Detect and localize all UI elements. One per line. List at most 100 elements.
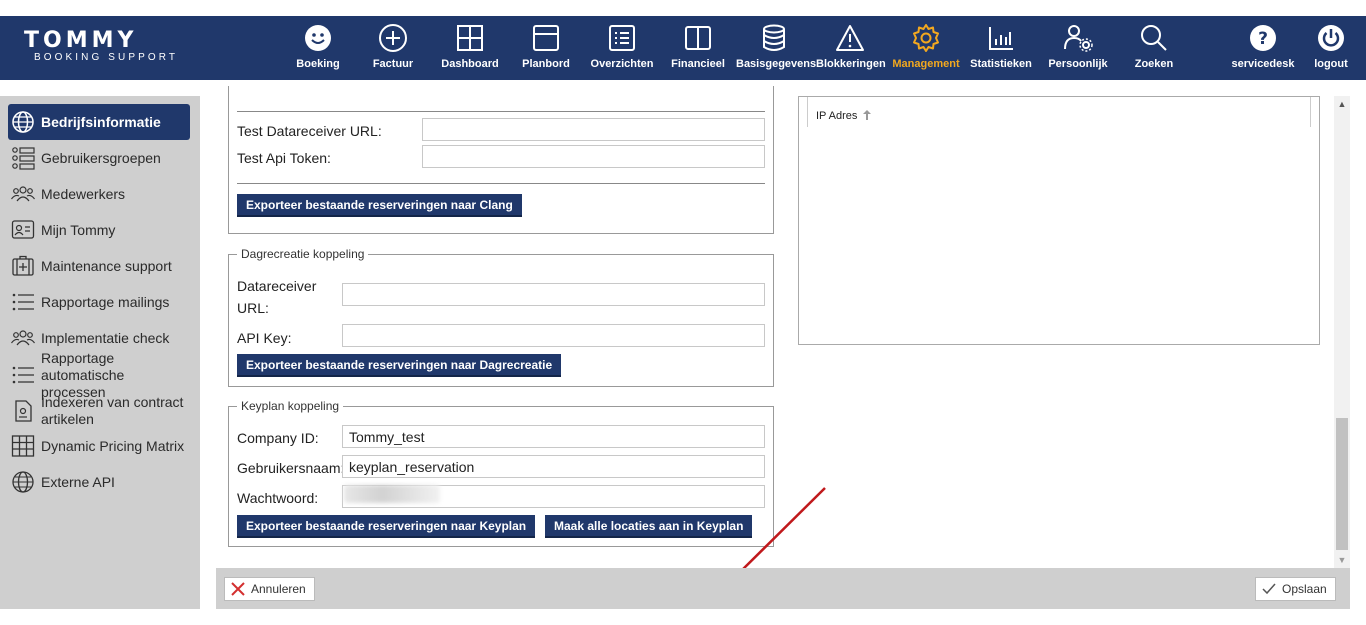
save-button-label: Opslaan (1282, 582, 1327, 596)
power-icon (1318, 25, 1344, 51)
nav-dashboard[interactable]: Dashboard (440, 16, 500, 80)
book-icon (685, 26, 711, 50)
sidebar-label-externe-api: Externe API (41, 473, 115, 490)
sidebar-label-maintenance-support: Maintenance support (41, 257, 172, 274)
create-keyplan-locations-button[interactable]: Maak alle locaties aan in Keyplan (545, 515, 753, 538)
scrollbar-thumb[interactable] (1336, 418, 1348, 550)
svg-text:?: ? (1258, 29, 1268, 49)
nav-zoeken-label: Zoeken (1134, 58, 1174, 70)
nav-logout-label: logout (1314, 58, 1348, 70)
list-icon (12, 366, 34, 384)
company-id-input[interactable] (342, 425, 765, 448)
nav-servicedesk[interactable]: ? servicedesk (1230, 16, 1296, 80)
sidebar-item-mijn-tommy[interactable]: Mijn Tommy (8, 218, 190, 242)
sidebar: Bedrijfsinformatie Gebruikersgroepen Med… (0, 96, 200, 609)
ip-address-column-header[interactable]: IP Adres (807, 97, 1311, 127)
nav-boeking-label: Boeking (296, 58, 340, 70)
save-button[interactable]: Opslaan (1255, 577, 1336, 601)
gear-icon (913, 24, 939, 52)
nav-servicedesk-label: servicedesk (1231, 58, 1295, 70)
tommy-logo[interactable]: TOMMY BOOKING SUPPORT (24, 30, 194, 64)
sidebar-label-gebruikersgroepen: Gebruikersgroepen (41, 149, 161, 166)
sort-ascending-icon (863, 110, 872, 120)
company-id-label: Company ID: (237, 430, 319, 446)
nav-statistieken-label: Statistieken (970, 58, 1032, 70)
search-icon (1141, 25, 1167, 51)
nav-overzichten-label: Overzichten (590, 58, 654, 70)
board-icon (533, 25, 559, 51)
sidebar-item-rapportage-mailings[interactable]: Rapportage mailings (8, 290, 190, 314)
logo-subtitle: BOOKING SUPPORT (34, 52, 179, 63)
dagrecreatie-fieldset: Dagrecreatie koppeling Datareceiver URL:… (228, 247, 774, 387)
test-datareceiver-url-label: Test Datareceiver URL: (237, 123, 382, 139)
nav-dashboard-label: Dashboard (441, 58, 499, 70)
api-key-label: API Key: (237, 330, 292, 346)
nav-logout[interactable]: logout (1308, 16, 1354, 80)
sidebar-item-bedrijfsinformatie[interactable]: Bedrijfsinformatie (8, 104, 190, 140)
username-input[interactable] (342, 455, 765, 478)
scroll-down-icon[interactable]: ▼ (1334, 552, 1350, 568)
sidebar-item-maintenance-support[interactable]: Maintenance support (8, 254, 190, 278)
nav-persoonlijk-label: Persoonlijk (1048, 58, 1108, 70)
nav-financieel[interactable]: Financieel (670, 16, 726, 80)
nav-factuur-label: Factuur (372, 58, 414, 70)
globe-icon (12, 111, 34, 133)
keyplan-legend: Keyplan koppeling (237, 399, 344, 413)
sidebar-item-indexeren-contract-artikelen[interactable]: Indexeren van contract artikelen (8, 394, 190, 428)
nav-planbord-label: Planbord (522, 58, 570, 70)
nav-basisgegevens-label: Basisgegevens (736, 58, 817, 70)
datareceiver-url-label-line2: URL: (237, 300, 269, 316)
blurred-password-value (344, 485, 440, 503)
sidebar-item-externe-api[interactable]: Externe API (8, 470, 190, 494)
sidebar-item-implementatie-check[interactable]: Implementatie check (8, 326, 190, 350)
sidebar-label-bedrijfsinformatie: Bedrijfsinformatie (41, 113, 161, 130)
content-scrollbar[interactable]: ▲ ▼ (1334, 96, 1350, 568)
warning-icon (836, 25, 864, 51)
nav-zoeken[interactable]: Zoeken (1130, 16, 1178, 80)
divider (237, 183, 765, 184)
export-clang-button[interactable]: Exporteer bestaande reserveringen naar C… (237, 194, 522, 217)
test-api-token-input[interactable] (422, 145, 765, 168)
database-icon (763, 24, 785, 51)
datareceiver-url-label-line1: Datareceiver (237, 278, 317, 294)
nav-blokkeringen[interactable]: Blokkeringen (816, 16, 886, 80)
username-label: Gebruikersnaam: (237, 460, 345, 476)
dagrecreatie-legend: Dagrecreatie koppeling (237, 247, 369, 261)
nav-overzichten[interactable]: Overzichten (590, 16, 654, 80)
sidebar-item-gebruikersgroepen[interactable]: Gebruikersgroepen (8, 146, 190, 170)
export-dagrecreatie-button[interactable]: Exporteer bestaande reserveringen naar D… (237, 354, 562, 377)
divider (237, 111, 765, 112)
list-icon (12, 293, 34, 311)
sidebar-label-mijn-tommy: Mijn Tommy (41, 221, 116, 238)
bar-chart-icon (989, 27, 1013, 50)
globe-icon (12, 471, 34, 493)
nav-boeking[interactable]: Boeking (293, 16, 343, 80)
nav-basisgegevens[interactable]: Basisgegevens (736, 16, 817, 80)
user-groups-icon (12, 147, 35, 170)
cancel-button[interactable]: Annuleren (224, 577, 315, 601)
sidebar-item-rapportage-automatische-processen[interactable]: Rapportage automatische processen (8, 350, 190, 400)
keyplan-fieldset: Keyplan koppeling Company ID: Gebruikers… (228, 399, 774, 547)
export-keyplan-button[interactable]: Exporteer bestaande reserveringen naar K… (237, 515, 536, 538)
nav-planbord[interactable]: Planbord (520, 16, 572, 80)
nav-management[interactable]: Management (892, 16, 960, 80)
scroll-up-icon[interactable]: ▲ (1334, 96, 1350, 112)
id-card-icon (11, 220, 35, 239)
nav-persoonlijk[interactable]: Persoonlijk (1048, 16, 1108, 80)
datareceiver-url-input[interactable] (342, 283, 765, 306)
test-datareceiver-url-input[interactable] (422, 118, 765, 141)
clang-fieldset: Test Datareceiver URL: Test Api Token: E… (228, 86, 774, 234)
help-icon: ? (1250, 25, 1276, 51)
nav-factuur[interactable]: Factuur (368, 16, 418, 80)
nav-statistieken[interactable]: Statistieken (970, 16, 1032, 80)
checkmark-icon (1262, 583, 1276, 595)
sidebar-label-indexeren-contract-artikelen: Indexeren van contract artikelen (41, 394, 184, 427)
sidebar-item-dynamic-pricing-matrix[interactable]: Dynamic Pricing Matrix (8, 434, 190, 458)
api-key-input[interactable] (342, 324, 765, 347)
top-navigation-bar: TOMMY BOOKING SUPPORT Boeking Factuur Da… (0, 16, 1366, 80)
ip-address-panel: IP Adres (798, 96, 1320, 345)
sidebar-item-medewerkers[interactable]: Medewerkers (8, 182, 190, 206)
smiley-icon (305, 25, 331, 51)
close-icon (231, 582, 245, 596)
sidebar-label-rapportage-automatische-processen: Rapportage automatische processen (41, 349, 125, 400)
